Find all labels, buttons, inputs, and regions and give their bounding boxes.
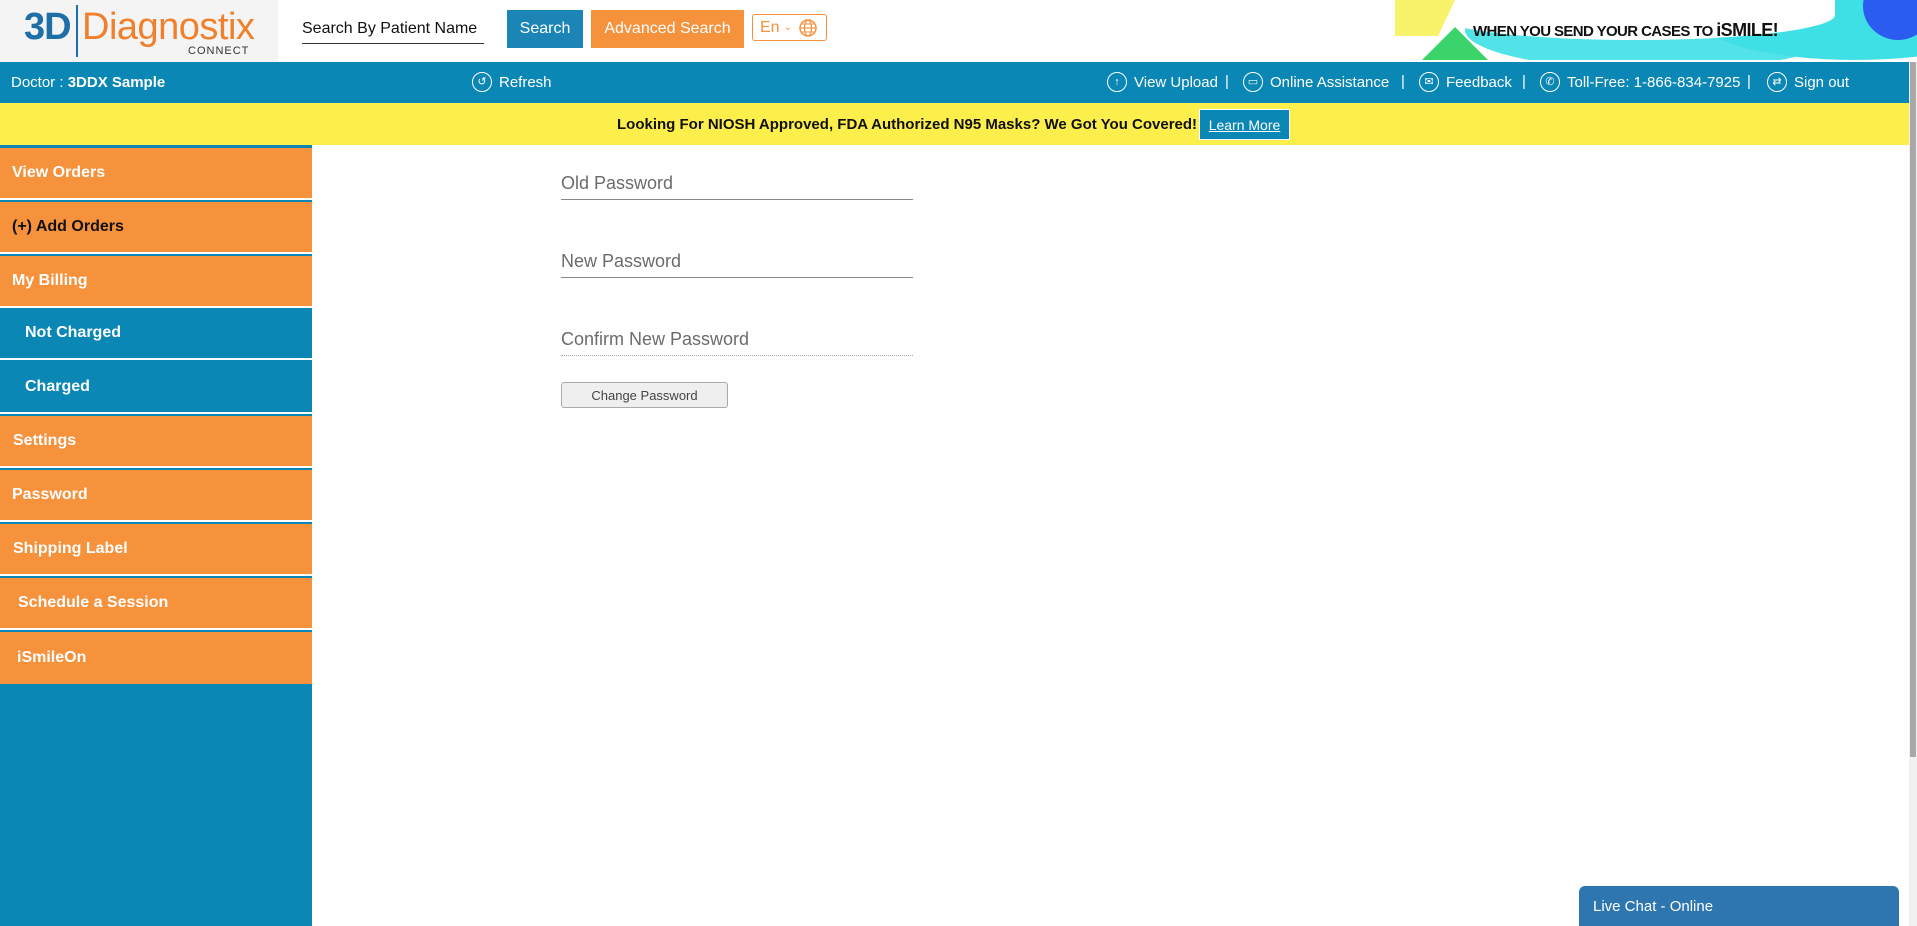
language-selector[interactable]: En ⌄ bbox=[752, 14, 827, 41]
language-value: En bbox=[760, 18, 780, 36]
ad-brand: iSMILE! bbox=[1716, 20, 1779, 40]
separator: | bbox=[1747, 73, 1751, 90]
online-assistance-link[interactable]: ▭ Online Assistance bbox=[1243, 72, 1389, 92]
sign-out-link[interactable]: ⇄ Sign out bbox=[1767, 72, 1849, 92]
sidebar-item-not-charged[interactable]: Not Charged bbox=[0, 308, 312, 360]
feedback-label: Feedback bbox=[1446, 73, 1512, 91]
feedback-link[interactable]: ✉ Feedback bbox=[1419, 72, 1512, 92]
advanced-search-button[interactable]: Advanced Search bbox=[591, 10, 744, 48]
logo-divider bbox=[76, 5, 78, 57]
logo-diagnostix-text: Diagnostix bbox=[82, 6, 255, 48]
live-chat-button[interactable]: Live Chat - Online bbox=[1579, 886, 1899, 926]
view-upload-link[interactable]: ↑ View Upload bbox=[1107, 72, 1218, 92]
patient-search-input[interactable] bbox=[302, 14, 484, 44]
sign-out-icon: ⇄ bbox=[1767, 72, 1787, 92]
refresh-label: Refresh bbox=[499, 73, 552, 91]
old-password-field[interactable] bbox=[561, 168, 913, 200]
separator: | bbox=[1225, 73, 1229, 90]
logo-connect-text: CONNECT bbox=[188, 45, 250, 57]
separator: | bbox=[1401, 73, 1405, 90]
sidebar-item-ismileon[interactable]: iSmileOn bbox=[0, 632, 312, 684]
toll-free-label: Toll-Free: 1-866-834-7925 bbox=[1567, 73, 1741, 91]
chevron-down-icon: ⌄ bbox=[783, 22, 792, 33]
refresh-link[interactable]: ↺ Refresh bbox=[472, 72, 552, 92]
sidebar: View Orders (+) Add Orders My Billing No… bbox=[0, 145, 312, 926]
sidebar-item-view-orders[interactable]: View Orders bbox=[0, 148, 312, 200]
promo-text: Looking For NIOSH Approved, FDA Authoriz… bbox=[617, 116, 1198, 133]
top-header: 3D Diagnostix CONNECT Search Advanced Se… bbox=[0, 0, 1917, 62]
change-password-button[interactable]: Change Password bbox=[561, 382, 728, 408]
globe-icon bbox=[799, 18, 817, 37]
phone-icon: ✆ bbox=[1540, 72, 1560, 92]
separator: | bbox=[1522, 73, 1526, 90]
ismile-ad-banner[interactable]: WHEN YOU SEND YOUR CASES TO iSMILE! bbox=[1395, 0, 1917, 60]
search-button[interactable]: Search bbox=[507, 10, 583, 48]
sign-out-label: Sign out bbox=[1794, 73, 1850, 91]
scrollbar-thumb[interactable] bbox=[1910, 62, 1916, 757]
envelope-icon: ✉ bbox=[1419, 72, 1439, 92]
learn-more-button[interactable]: Learn More bbox=[1199, 109, 1290, 140]
promo-bar: Looking For NIOSH Approved, FDA Authoriz… bbox=[0, 103, 1909, 145]
refresh-icon: ↺ bbox=[472, 72, 492, 92]
online-assistance-label: Online Assistance bbox=[1270, 73, 1390, 91]
logo-3d-text: 3D bbox=[24, 6, 72, 48]
sidebar-item-password[interactable]: Password bbox=[0, 470, 312, 522]
sidebar-item-my-billing[interactable]: My Billing bbox=[0, 256, 312, 308]
view-upload-label: View Upload bbox=[1134, 73, 1218, 91]
doctor-label: Doctor : bbox=[11, 74, 64, 91]
sidebar-item-schedule-session[interactable]: Schedule a Session bbox=[0, 578, 312, 630]
sidebar-item-settings[interactable]: Settings bbox=[0, 416, 312, 468]
info-bar: Doctor : 3DDX Sample ↺ Refresh ↑ View Up… bbox=[0, 62, 1909, 103]
confirm-password-field[interactable] bbox=[561, 324, 913, 356]
logo-area[interactable]: 3D Diagnostix CONNECT bbox=[0, 0, 278, 62]
sidebar-item-shipping-label[interactable]: Shipping Label bbox=[0, 524, 312, 576]
new-password-field[interactable] bbox=[561, 246, 913, 278]
ad-text-main: WHEN YOU SEND YOUR CASES TO bbox=[1473, 23, 1713, 40]
upload-icon: ↑ bbox=[1107, 72, 1127, 92]
doctor-info: Doctor : 3DDX Sample bbox=[11, 74, 165, 91]
doctor-name: 3DDX Sample bbox=[67, 74, 166, 91]
ad-text: WHEN YOU SEND YOUR CASES TO iSMILE! bbox=[1473, 20, 1779, 41]
sidebar-item-add-orders[interactable]: (+) Add Orders bbox=[0, 202, 312, 254]
sidebar-item-charged[interactable]: Charged bbox=[0, 362, 312, 414]
monitor-icon: ▭ bbox=[1243, 72, 1263, 92]
toll-free-link[interactable]: ✆ Toll-Free: 1-866-834-7925 bbox=[1540, 72, 1740, 92]
